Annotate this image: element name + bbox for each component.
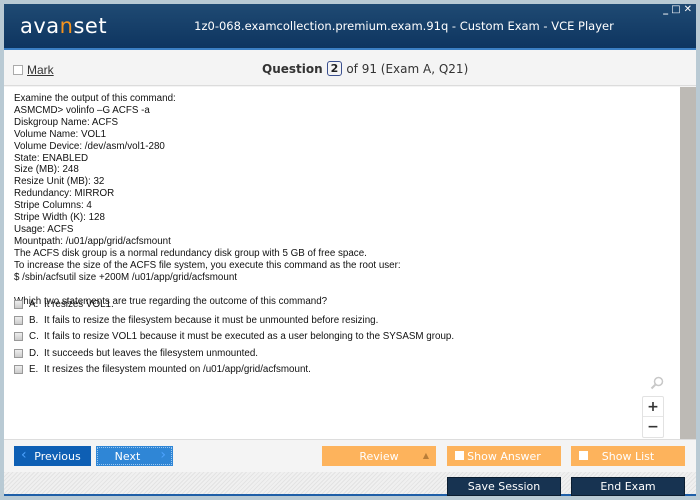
question-line: $ /sbin/acfsutil size +200M /u01/app/gri… bbox=[14, 271, 238, 283]
checkbox-icon[interactable] bbox=[14, 316, 23, 326]
end-exam-button[interactable]: End Exam bbox=[571, 477, 685, 496]
checkbox-icon[interactable] bbox=[14, 348, 23, 358]
answer-options: A. It resizes VOL1. B. It fails to resiz… bbox=[14, 296, 454, 378]
option-letter: A. bbox=[29, 298, 39, 310]
minimize-button[interactable]: _ bbox=[663, 4, 668, 16]
answer-option-c[interactable]: C. It fails to resize VOL1 because it mu… bbox=[14, 329, 454, 345]
question-line: Redundancy: MIRROR bbox=[14, 188, 115, 200]
mark-checkbox[interactable]: Mark bbox=[13, 63, 54, 77]
question-counter: Question 2 of 91 (Exam A, Q21) bbox=[262, 61, 468, 76]
question-line: Resize Unit (MB): 32 bbox=[14, 176, 105, 188]
maximize-button[interactable]: □ bbox=[671, 4, 680, 16]
question-text: Examine the output of this command: ASMC… bbox=[14, 93, 664, 307]
answer-option-b[interactable]: B. It fails to resize the filesystem bec… bbox=[14, 312, 454, 328]
checkbox-icon bbox=[455, 451, 464, 460]
checkbox-icon[interactable] bbox=[14, 299, 23, 309]
question-line: The ACFS disk group is a normal redundan… bbox=[14, 247, 367, 259]
option-letter: D. bbox=[29, 347, 39, 359]
question-line: ASMCMD> volinfo –G ACFS -a bbox=[14, 104, 150, 116]
option-letter: C. bbox=[29, 331, 39, 343]
magnifier-icon[interactable] bbox=[650, 376, 664, 390]
checkbox-icon bbox=[13, 65, 23, 75]
chevron-left-icon: ‹ bbox=[21, 447, 27, 463]
question-content: Examine the output of this command: ASMC… bbox=[4, 87, 680, 439]
show-list-toggle[interactable]: Show List bbox=[571, 446, 685, 466]
show-answer-toggle[interactable]: Show Answer bbox=[447, 446, 561, 466]
question-line: Diskgroup Name: ACFS bbox=[14, 116, 118, 128]
answer-option-a[interactable]: A. It resizes VOL1. bbox=[14, 296, 454, 312]
triangle-up-icon: ▲ bbox=[422, 451, 429, 460]
question-line: Volume Device: /dev/asm/vol1-280 bbox=[14, 140, 165, 152]
option-letter: E. bbox=[29, 364, 39, 376]
option-text: It fails to resize the filesystem becaus… bbox=[44, 315, 379, 327]
question-label: Question bbox=[262, 61, 323, 76]
question-line: Size (MB): 248 bbox=[14, 164, 79, 176]
next-button[interactable]: Next › bbox=[96, 446, 173, 466]
question-line: To increase the size of the ACFS file sy… bbox=[14, 259, 401, 271]
window-title: 1z0-068.examcollection.premium.exam.91q … bbox=[194, 19, 614, 33]
title-bar: avanset 1z0-068.examcollection.premium.e… bbox=[4, 4, 696, 50]
zoom-control: + − bbox=[642, 396, 664, 438]
question-line: Examine the output of this command: bbox=[14, 93, 176, 104]
mark-label: Mark bbox=[27, 63, 54, 77]
question-line: Stripe Columns: 4 bbox=[14, 200, 92, 212]
question-line: State: ENABLED bbox=[14, 152, 89, 164]
vce-player-window: avanset 1z0-068.examcollection.premium.e… bbox=[4, 4, 696, 496]
question-line: Usage: ACFS bbox=[14, 223, 74, 235]
question-of-text: of 91 (Exam A, Q21) bbox=[346, 61, 469, 76]
question-line: Stripe Width (K): 128 bbox=[14, 212, 105, 224]
checkbox-icon[interactable] bbox=[14, 365, 23, 375]
avanset-logo: avanset bbox=[20, 14, 108, 38]
answer-option-e[interactable]: E. It resizes the filesystem mounted on … bbox=[14, 362, 454, 378]
checkbox-icon[interactable] bbox=[14, 332, 23, 342]
footer-top-row: ‹ Previous Next › Review ▲ Show Answer S… bbox=[4, 439, 696, 472]
option-letter: B. bbox=[29, 315, 39, 327]
checkbox-icon bbox=[579, 451, 588, 460]
review-button[interactable]: Review ▲ bbox=[322, 446, 436, 466]
option-text: It fails to resize VOL1 because it must … bbox=[44, 331, 455, 343]
option-text: It resizes VOL1. bbox=[44, 298, 114, 310]
answer-option-d[interactable]: D. It succeeds but leaves the filesystem… bbox=[14, 345, 454, 361]
zoom-out-button[interactable]: − bbox=[643, 417, 663, 437]
save-session-button[interactable]: Save Session bbox=[447, 477, 561, 496]
window-controls: _ □ ✕ bbox=[663, 4, 692, 16]
question-line: Mountpath: /u01/app/grid/acfsmount bbox=[14, 235, 171, 247]
chevron-right-icon: › bbox=[160, 447, 166, 463]
vertical-scrollbar[interactable] bbox=[680, 87, 696, 439]
option-text: It resizes the filesystem mounted on /u0… bbox=[44, 364, 311, 376]
previous-button[interactable]: ‹ Previous bbox=[14, 446, 91, 466]
close-button[interactable]: ✕ bbox=[684, 4, 692, 16]
option-text: It succeeds but leaves the filesystem un… bbox=[44, 347, 259, 359]
footer-toolbar: ‹ Previous Next › Review ▲ Show Answer S… bbox=[4, 439, 696, 496]
question-number-input[interactable]: 2 bbox=[326, 61, 343, 76]
question-bar: Mark Question 2 of 91 (Exam A, Q21) bbox=[4, 52, 696, 86]
question-line: Volume Name: VOL1 bbox=[14, 128, 107, 140]
zoom-in-button[interactable]: + bbox=[643, 397, 663, 417]
